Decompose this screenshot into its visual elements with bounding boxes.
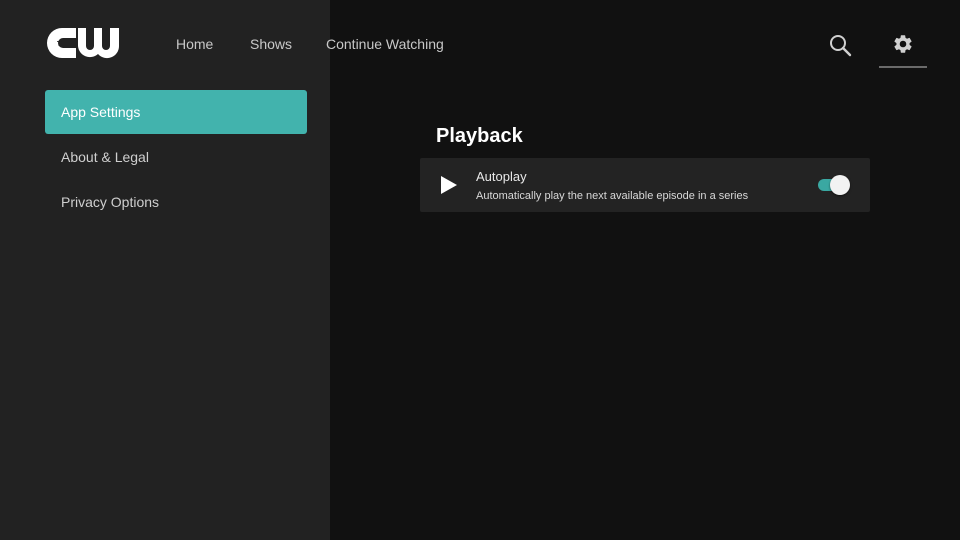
setting-description: Automatically play the next available ep…	[476, 190, 749, 202]
nav-shows[interactable]: Shows	[250, 36, 292, 52]
cw-logo-mark: THE	[47, 28, 120, 59]
app-root: THE Home Shows Continue Watching App Set…	[0, 0, 960, 540]
gear-icon	[894, 35, 912, 53]
sidebar-item-privacy-options[interactable]: Privacy Options	[45, 180, 307, 224]
cw-logo[interactable]: THE	[45, 26, 121, 60]
logo-small-text: THE	[57, 41, 71, 48]
search-icon	[830, 35, 852, 57]
nav-home[interactable]: Home	[176, 36, 213, 52]
search-button[interactable]	[828, 33, 854, 59]
settings-menu: App Settings About & Legal Privacy Optio…	[45, 90, 307, 225]
section-title: Playback	[436, 125, 523, 147]
sidebar-panel	[0, 0, 330, 540]
nav-continue-watching[interactable]: Continue Watching	[326, 36, 444, 52]
settings-active-underline	[879, 66, 927, 68]
play-icon	[441, 176, 457, 194]
sidebar-item-about-legal[interactable]: About & Legal	[45, 135, 307, 179]
setting-row-autoplay[interactable]: Autoplay Automatically play the next ava…	[420, 158, 870, 212]
autoplay-toggle[interactable]	[818, 175, 850, 195]
settings-button[interactable]	[879, 30, 927, 68]
setting-name: Autoplay	[476, 169, 527, 184]
sidebar-item-app-settings[interactable]: App Settings	[45, 90, 307, 134]
toggle-thumb	[830, 175, 850, 195]
